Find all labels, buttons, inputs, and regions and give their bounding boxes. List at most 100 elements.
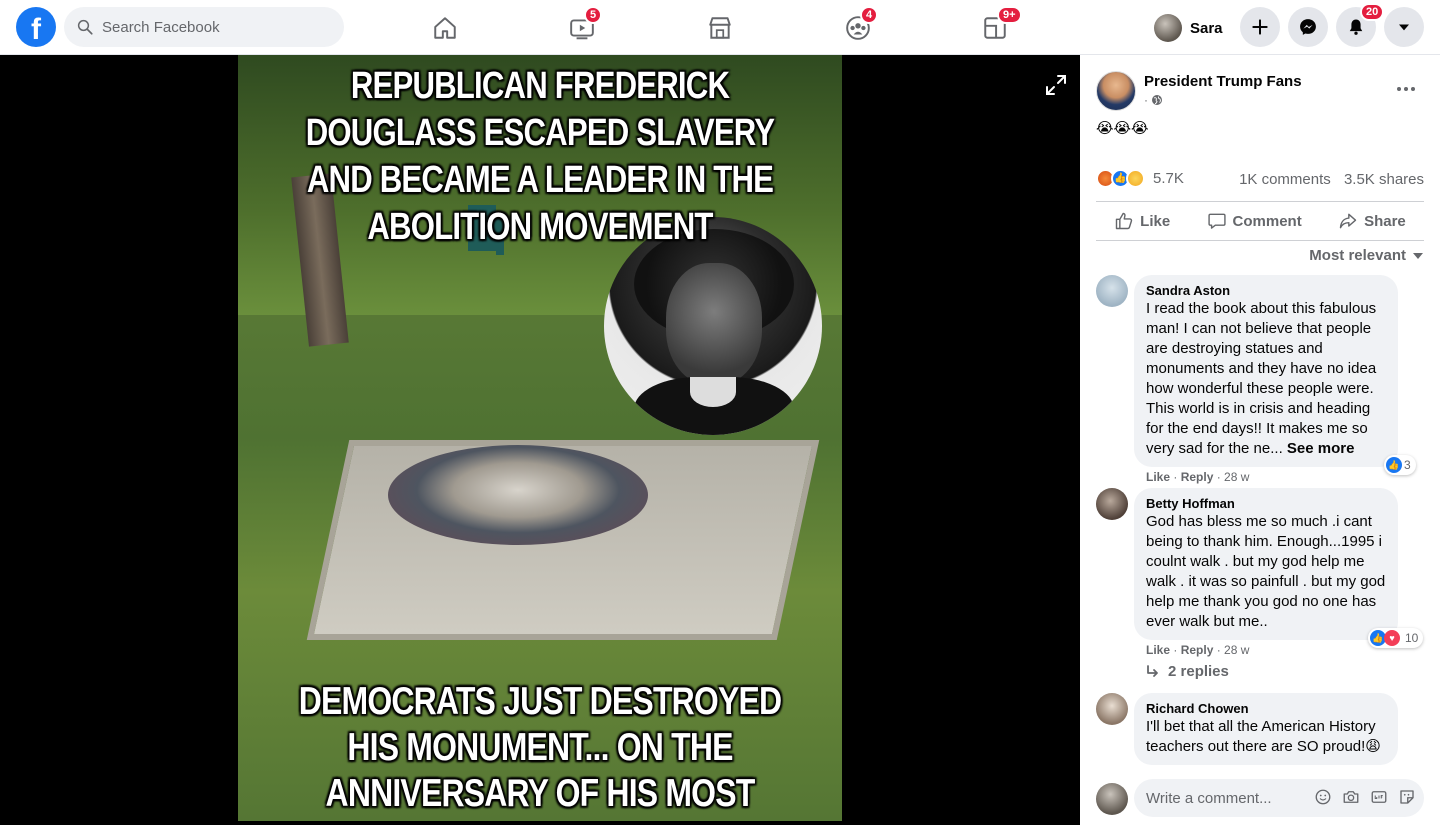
watch-badge: 5 (584, 6, 603, 24)
love-reaction-icon: ♥ (1384, 630, 1400, 646)
comment-reactions[interactable]: 👍 ♥ 10 (1368, 628, 1424, 648)
like-reaction-icon: 👍 (1386, 457, 1402, 473)
comments-list[interactable]: Sandra Aston I read the book about this … (1080, 273, 1440, 775)
destroyed-monument (388, 445, 648, 545)
shares-count[interactable]: 3.5K shares (1344, 171, 1424, 188)
comment-like-link[interactable]: Like (1146, 470, 1170, 484)
comment-bubble: Sandra Aston I read the book about this … (1134, 275, 1398, 467)
post-meta-dot: · (1144, 93, 1148, 107)
comment-text: God has bless me so much .i cant being t… (1146, 513, 1386, 630)
comment-bubble: Betty Hoffman God has bless me so much .… (1134, 488, 1398, 640)
comment-item: Richard Chowen I'll bet that all the Ame… (1096, 693, 1426, 775)
nav-groups[interactable]: 4 (838, 6, 879, 48)
post-panel: President Trump Fans · 😭😭😭 👍 5.7K 1K com… (1080, 55, 1440, 825)
comment-reactions[interactable]: 👍 3 (1384, 455, 1416, 475)
more-icon (1397, 87, 1415, 91)
comment-time[interactable]: 28 w (1224, 470, 1249, 484)
avatar (1096, 783, 1128, 815)
search-box[interactable] (64, 7, 344, 47)
post-actions: Like Comment Share (1096, 201, 1424, 241)
expand-icon[interactable] (1044, 73, 1068, 97)
comment-like-link[interactable]: Like (1146, 643, 1170, 657)
comment-author[interactable]: Richard Chowen (1146, 701, 1386, 717)
share-button[interactable]: Share (1338, 211, 1406, 231)
comment-sort-dropdown[interactable]: Most relevant (1309, 247, 1424, 264)
gif-icon (1371, 791, 1387, 803)
comment-avatar[interactable] (1096, 488, 1128, 520)
share-icon (1339, 213, 1357, 229)
comment-field[interactable] (1134, 779, 1424, 817)
post-image[interactable]: REPUBLICAN FREDERICK DOUGLASS ESCAPED SL… (238, 55, 842, 821)
camera-icon (1343, 791, 1359, 803)
notifications-badge: 20 (1360, 3, 1385, 21)
account-menu-button[interactable] (1384, 7, 1424, 47)
avatar (1154, 14, 1182, 42)
emoji-button[interactable] (1314, 788, 1332, 806)
sticker-icon (1400, 790, 1414, 804)
comment-reply-link[interactable]: Reply (1181, 643, 1214, 657)
create-button[interactable] (1240, 7, 1280, 47)
profile-chip[interactable]: Sara (1148, 8, 1231, 48)
messenger-button[interactable] (1288, 7, 1328, 47)
meme-headline-top: REPUBLICAN FREDERICK DOUGLASS ESCAPED SL… (305, 65, 775, 248)
comment-composer (1096, 779, 1424, 819)
comment-avatar[interactable] (1096, 693, 1128, 725)
comment-avatar[interactable] (1096, 275, 1128, 307)
comment-reaction-count: 10 (1405, 631, 1419, 645)
page-name[interactable]: President Trump Fans (1144, 73, 1302, 90)
reply-arrow-icon (1147, 664, 1158, 677)
page-avatar[interactable] (1096, 71, 1136, 111)
top-bar: f 5 4 9+ Sara 20 (0, 0, 1440, 55)
see-more-link[interactable]: See more (1287, 440, 1355, 457)
comments-count[interactable]: 1K comments (1239, 171, 1331, 188)
messenger-icon (1300, 19, 1316, 35)
nav-watch[interactable]: 5 (562, 6, 603, 48)
comment-reply-link[interactable]: Reply (1181, 470, 1214, 484)
comment-item: Betty Hoffman God has bless me so much .… (1096, 488, 1426, 688)
comment-icon (1207, 213, 1226, 229)
media-viewer: REPUBLICAN FREDERICK DOUGLASS ESCAPED SL… (0, 55, 1080, 825)
search-input[interactable] (102, 18, 322, 36)
bell-icon (1349, 19, 1363, 35)
gaming-badge: 9+ (997, 6, 1022, 24)
gif-button[interactable] (1370, 788, 1388, 806)
notifications-button[interactable]: 20 (1336, 3, 1385, 47)
reaction-count: 5.7K (1153, 170, 1184, 187)
comment-input[interactable] (1146, 789, 1306, 807)
view-replies-link[interactable]: 2 replies (1146, 663, 1229, 680)
marketplace-icon (709, 17, 731, 39)
nav-marketplace[interactable] (700, 8, 740, 48)
meme-headline-bottom: DEMOCRATS JUST DESTROYED HIS MONUMENT...… (298, 680, 782, 821)
comment-actions: Like · Reply · 28 w (1146, 643, 1250, 657)
sticker-button[interactable] (1398, 788, 1416, 806)
nav-home[interactable] (425, 8, 465, 48)
composer-tools (1314, 788, 1416, 806)
comment-actions: Like · Reply · 28 w (1146, 470, 1250, 484)
comment-bubble: Richard Chowen I'll bet that all the Ame… (1134, 693, 1398, 765)
search-icon (77, 19, 93, 35)
share-label: Share (1364, 212, 1406, 230)
like-label: Like (1140, 212, 1171, 230)
comment-reaction-count: 3 (1404, 458, 1411, 472)
thumbs-up-icon (1115, 212, 1133, 230)
more-options-button[interactable] (1392, 77, 1420, 101)
sort-label: Most relevant (1309, 247, 1406, 264)
plus-icon (1252, 19, 1268, 35)
reaction-summary[interactable]: 👍 5.7K (1096, 169, 1184, 188)
caret-down-icon (1413, 252, 1423, 259)
emoji-icon (1315, 789, 1331, 805)
chevron-down-icon (1399, 24, 1409, 31)
post-stats: 1K comments 3.5K shares (1239, 171, 1424, 188)
like-button[interactable]: Like (1114, 211, 1170, 231)
comment-button[interactable]: Comment (1207, 211, 1302, 231)
facebook-logo[interactable]: f (16, 7, 56, 47)
comment-time[interactable]: 28 w (1224, 643, 1249, 657)
nav-gaming[interactable]: 9+ (975, 6, 1022, 48)
post-meta: · (1144, 93, 1163, 107)
photo-button[interactable] (1342, 788, 1360, 806)
comment-item: Sandra Aston I read the book about this … (1096, 275, 1426, 485)
profile-name: Sara (1190, 19, 1223, 37)
comment-author[interactable]: Sandra Aston (1146, 283, 1386, 299)
comment-author[interactable]: Betty Hoffman (1146, 496, 1386, 512)
post-text: 😭😭😭 (1096, 120, 1149, 137)
